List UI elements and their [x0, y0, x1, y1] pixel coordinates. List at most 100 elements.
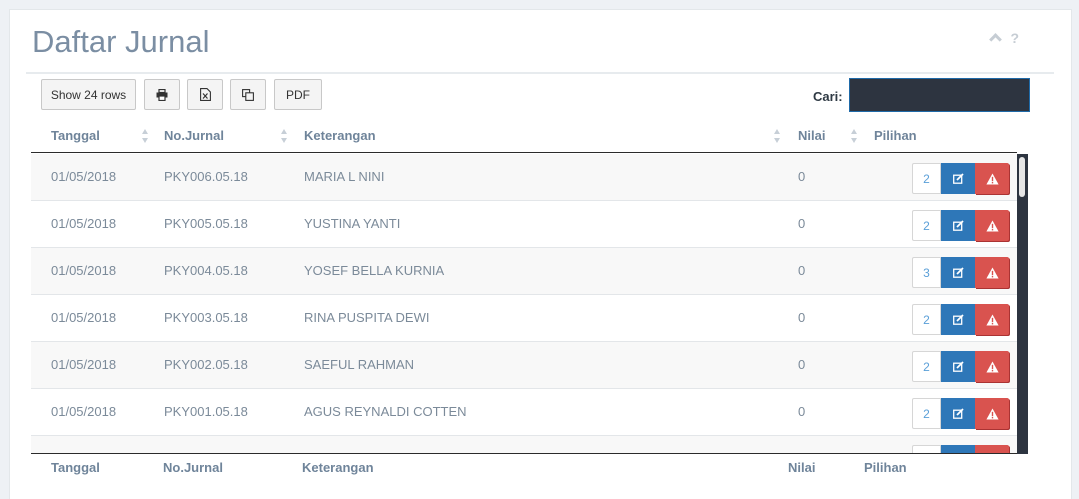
cell-keterangan: AGUS REYNALDI COTTEN [304, 404, 467, 419]
cell-tanggal: 01/05/2018 [51, 404, 117, 419]
edit-icon [952, 408, 964, 419]
cell-nilai: 0 [798, 216, 806, 231]
cell-nilai: 0 [798, 263, 806, 278]
cell-keterangan: YUSTINA YANTI [304, 216, 401, 231]
detail-count-button[interactable]: 2 [912, 398, 941, 429]
cell-tanggal: 01/05/2018 [51, 310, 117, 325]
warning-icon [985, 220, 999, 231]
page-title: Daftar Jurnal [32, 24, 210, 59]
table-row: 01/05/2018 PKY005.05.18 YUSTINA YANTI 0 2 [31, 201, 1017, 248]
table-header: Tanggal No.Jurnal Keterangan Nilai Pilih… [31, 120, 1017, 153]
col-pilihan: Pilihan [874, 128, 917, 143]
cell-no-jurnal: PKY003.05.18 [164, 310, 248, 325]
cell-keterangan: RINA PUSPITA DEWI [304, 310, 430, 325]
edit-icon [952, 220, 964, 231]
warning-icon [985, 361, 999, 372]
cell-keterangan: YOSEF BELLA KURNIA [304, 263, 445, 278]
cell-tanggal: 01/05/2018 [51, 357, 117, 372]
row-actions: 3 [912, 257, 1009, 288]
search-label: Cari: [813, 89, 843, 104]
edit-button[interactable] [941, 210, 975, 241]
detail-count-button[interactable]: 2 [912, 304, 941, 335]
warning-icon [985, 314, 999, 325]
row-actions: 2 [912, 398, 1009, 429]
cell-nilai: 0 [798, 310, 806, 325]
delete-button[interactable] [975, 210, 1009, 241]
edit-button[interactable] [941, 163, 975, 194]
footer-col-tanggal: Tanggal [51, 460, 100, 475]
help-icon[interactable]: ? [1010, 30, 1019, 46]
table-scrollbar[interactable] [1017, 154, 1028, 454]
cell-no-jurnal: PKY005.05.18 [164, 216, 248, 231]
warning-icon [985, 173, 999, 184]
scrollbar-thumb[interactable] [1019, 157, 1025, 197]
edit-icon [952, 314, 964, 325]
cell-keterangan: MARIA L NINI [304, 169, 385, 184]
copy-icon [242, 88, 254, 101]
excel-button[interactable] [187, 79, 223, 110]
sort-icon[interactable] [281, 129, 288, 143]
col-nilai[interactable]: Nilai [798, 128, 825, 143]
row-actions: 2 [912, 210, 1009, 241]
table-row: 01/05/2018 PKY002.05.18 SAEFUL RAHMAN 0 2 [31, 342, 1017, 389]
delete-button[interactable] [975, 398, 1009, 429]
chevron-up-icon[interactable] [989, 33, 1003, 46]
excel-icon [199, 88, 211, 101]
row-actions: 2 [912, 351, 1009, 382]
cell-tanggal: 01/05/2018 [51, 263, 117, 278]
detail-count-button[interactable]: 2 [912, 351, 941, 382]
footer-col-pilihan: Pilihan [864, 460, 907, 475]
detail-count-button[interactable]: 3 [912, 257, 941, 288]
warning-icon [985, 408, 999, 419]
print-icon [156, 88, 168, 101]
search-input[interactable] [849, 78, 1030, 112]
edit-button[interactable] [941, 398, 975, 429]
print-button[interactable] [144, 79, 180, 110]
col-no-jurnal[interactable]: No.Jurnal [164, 128, 224, 143]
cell-keterangan: SAEFUL RAHMAN [304, 357, 415, 372]
table-row [31, 436, 1017, 454]
edit-button[interactable] [941, 257, 975, 288]
divider [26, 72, 1054, 74]
edit-icon [952, 173, 964, 184]
edit-button[interactable] [941, 351, 975, 382]
sort-icon[interactable] [851, 129, 858, 143]
show-rows-button[interactable]: Show 24 rows [41, 79, 136, 110]
delete-button[interactable] [975, 257, 1009, 288]
cell-no-jurnal: PKY001.05.18 [164, 404, 248, 419]
table-body: 01/05/2018 PKY006.05.18 MARIA L NINI 0 2 01/0… [31, 154, 1017, 454]
cell-tanggal: 01/05/2018 [51, 169, 117, 184]
cell-nilai: 0 [798, 404, 806, 419]
col-tanggal[interactable]: Tanggal [51, 128, 100, 143]
table-row: 01/05/2018 PKY003.05.18 RINA PUSPITA DEWI 0… [31, 295, 1017, 342]
sort-icon[interactable] [774, 129, 781, 143]
sort-icon[interactable] [142, 129, 149, 143]
cell-no-jurnal: PKY006.05.18 [164, 169, 248, 184]
copy-button[interactable] [230, 79, 266, 110]
table-row: 01/05/2018 PKY004.05.18 YOSEF BELLA KURNIA… [31, 248, 1017, 295]
footer-col-no-jurnal: No.Jurnal [163, 460, 223, 475]
edit-button[interactable] [941, 304, 975, 335]
row-actions: 2 [912, 304, 1009, 335]
footer-col-keterangan: Keterangan [302, 460, 374, 475]
cell-nilai: 0 [798, 169, 806, 184]
warning-icon [985, 267, 999, 278]
delete-button[interactable] [975, 163, 1009, 194]
delete-button[interactable] [975, 351, 1009, 382]
cell-no-jurnal: PKY002.05.18 [164, 357, 248, 372]
panel-tools: ? [989, 30, 1019, 46]
pdf-button[interactable]: PDF [274, 79, 322, 110]
row-actions: 2 [912, 163, 1009, 194]
table-footer-line [31, 453, 1017, 454]
table-row: 01/05/2018 PKY006.05.18 MARIA L NINI 0 2 [31, 154, 1017, 201]
detail-count-button[interactable]: 2 [912, 163, 941, 194]
detail-count-button[interactable]: 2 [912, 210, 941, 241]
cell-no-jurnal: PKY004.05.18 [164, 263, 248, 278]
cell-nilai: 0 [798, 357, 806, 372]
edit-icon [952, 361, 964, 372]
col-keterangan[interactable]: Keterangan [304, 128, 376, 143]
delete-button[interactable] [975, 304, 1009, 335]
cell-tanggal: 01/05/2018 [51, 216, 117, 231]
footer-col-nilai: Nilai [788, 460, 816, 475]
edit-icon [952, 267, 964, 278]
